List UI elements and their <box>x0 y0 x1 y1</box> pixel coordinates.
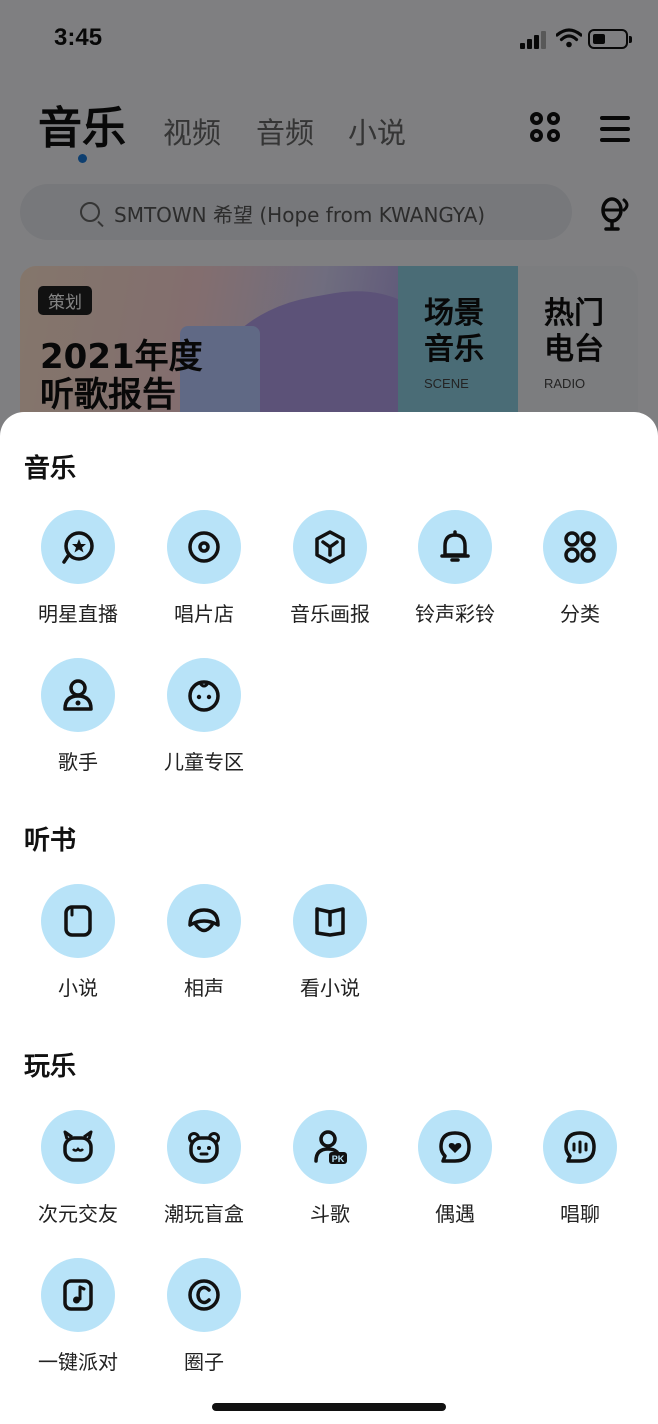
item-read-novel[interactable]: 看小说 <box>267 884 393 1014</box>
icon-circle <box>41 658 115 732</box>
section-title-audiobook: 听书 <box>24 826 77 856</box>
icon-circle <box>167 510 241 584</box>
item-blind-box[interactable]: 潮玩盲盒 <box>141 1110 267 1240</box>
svg-text:PK: PK <box>332 1154 345 1164</box>
singer-icon <box>63 679 93 711</box>
bear-face-icon <box>188 1132 220 1163</box>
item-label: 音乐画报 <box>290 602 370 626</box>
icon-circle <box>167 1110 241 1184</box>
icon-circle <box>418 510 492 584</box>
item-music-poster[interactable]: 音乐画报 <box>267 510 393 640</box>
item-kids-zone[interactable]: 儿童专区 <box>141 658 267 788</box>
icon-circle <box>543 1110 617 1184</box>
grid-circles-icon <box>564 531 596 563</box>
music-card-icon <box>63 1279 93 1311</box>
bell-icon <box>440 530 470 562</box>
icon-circle: PK <box>293 1110 367 1184</box>
item-star-live[interactable]: 明星直播 <box>15 510 141 640</box>
icon-circle <box>41 884 115 958</box>
item-label: 儿童专区 <box>164 750 244 774</box>
item-label: 铃声彩铃 <box>415 602 495 626</box>
icon-circle <box>167 884 241 958</box>
item-label: 分类 <box>560 602 600 626</box>
icon-circle <box>293 884 367 958</box>
icon-circle <box>167 1258 241 1332</box>
item-label: 唱片店 <box>174 602 234 626</box>
pk-user-icon: PK <box>314 1130 347 1164</box>
item-categories[interactable]: 分类 <box>517 510 643 640</box>
open-book-icon <box>315 907 345 937</box>
home-indicator[interactable] <box>212 1403 446 1411</box>
icon-circle <box>41 1258 115 1332</box>
item-crosstalk[interactable]: 相声 <box>141 884 267 1014</box>
item-sing-battle[interactable]: PK 斗歌 <box>267 1110 393 1240</box>
sound-bubble-icon <box>564 1131 596 1163</box>
item-ringtones[interactable]: 铃声彩铃 <box>392 510 518 640</box>
item-sing-chat[interactable]: 唱聊 <box>517 1110 643 1240</box>
item-label: 歌手 <box>58 750 98 774</box>
item-label: 次元交友 <box>38 1202 118 1226</box>
item-party[interactable]: 一键派对 <box>15 1258 141 1388</box>
cat-face-icon <box>63 1130 93 1162</box>
item-label: 相声 <box>184 976 224 1000</box>
item-novel[interactable]: 小说 <box>15 884 141 1014</box>
section-title-music: 音乐 <box>24 454 77 484</box>
star-chat-icon <box>62 531 94 564</box>
icon-circle <box>41 1110 115 1184</box>
item-label: 潮玩盲盒 <box>164 1202 244 1226</box>
item-label: 偶遇 <box>435 1202 475 1226</box>
item-record-store[interactable]: 唱片店 <box>141 510 267 640</box>
book-icon <box>64 905 92 937</box>
item-label: 看小说 <box>300 976 360 1000</box>
item-label: 圈子 <box>184 1350 224 1374</box>
item-circles[interactable]: 圈子 <box>141 1258 267 1388</box>
icon-circle <box>293 510 367 584</box>
vinyl-record-icon <box>188 531 220 563</box>
item-label: 一键派对 <box>38 1350 118 1374</box>
more-features-sheet: 音乐 听书 玩乐 明星直播 唱片店 音乐画报 铃声彩铃 分类 歌手 儿童专区 小… <box>0 412 658 1424</box>
item-label: 唱聊 <box>560 1202 600 1226</box>
heart-bubble-icon <box>439 1131 471 1163</box>
icon-circle <box>418 1110 492 1184</box>
item-label: 斗歌 <box>310 1202 350 1226</box>
section-title-fun: 玩乐 <box>24 1052 77 1082</box>
icon-circle <box>41 510 115 584</box>
item-singers[interactable]: 歌手 <box>15 658 141 788</box>
item-encounter[interactable]: 偶遇 <box>392 1110 518 1240</box>
item-label: 明星直播 <box>38 602 118 626</box>
cube-icon <box>315 530 345 564</box>
baby-face-icon <box>188 680 220 712</box>
fan-icon <box>188 908 220 933</box>
item-label: 小说 <box>58 976 98 1000</box>
icon-circle <box>167 658 241 732</box>
item-anime-friends[interactable]: 次元交友 <box>15 1110 141 1240</box>
circle-c-icon <box>188 1279 220 1311</box>
icon-circle <box>543 510 617 584</box>
